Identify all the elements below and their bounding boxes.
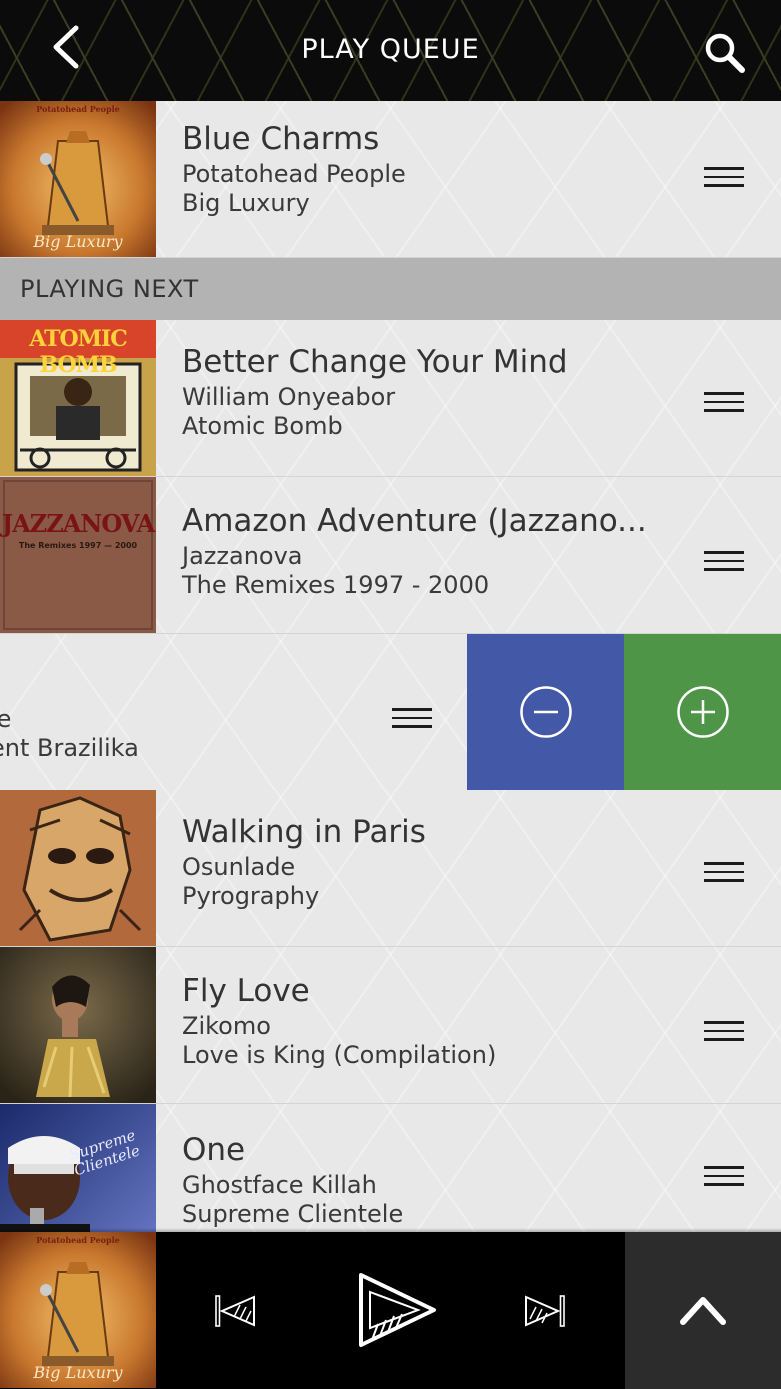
search-icon: [705, 33, 745, 73]
cover-label: Big Luxury: [33, 232, 123, 251]
mini-player: Potatohead People Big Luxury: [0, 1232, 781, 1389]
artist-name: Jazzanova: [182, 542, 303, 570]
drag-handle-icon[interactable]: [704, 551, 744, 577]
minus-circle-icon: [520, 686, 572, 738]
drag-handle-icon[interactable]: [704, 167, 744, 193]
queue-row[interactable]: Walking in Paris Osunlade Pyrography: [0, 790, 781, 947]
skip-next-icon: [525, 1295, 565, 1327]
album-name: Love is King (Compilation): [182, 1041, 497, 1069]
song-title: Amazon Adventure (Jazzano...: [182, 503, 647, 539]
drag-handle-icon[interactable]: [704, 392, 744, 418]
cover-label: Big Luxury: [33, 1363, 123, 1382]
album-name: Pyrography: [182, 882, 320, 910]
play-icon: [359, 1273, 436, 1347]
album-name: Big Luxury: [182, 189, 310, 217]
drag-handle-icon[interactable]: [704, 1021, 744, 1047]
previous-button[interactable]: [214, 1293, 256, 1329]
song-title: Better Change Your Mind: [182, 344, 568, 380]
queue-row[interactable]: ATOMIC BOMB Better Change Your Mind Will…: [0, 320, 781, 477]
now-playing-row[interactable]: Potatohead People Big Luxury Blue Charms…: [0, 101, 781, 258]
album-art: [0, 947, 156, 1103]
chevron-up-icon: [680, 1297, 726, 1325]
artist-name: Zikomo: [182, 1012, 271, 1040]
cover-label: ATOMIC BOMB: [29, 326, 128, 378]
skip-previous-icon: [215, 1295, 255, 1327]
song-title: One: [182, 1132, 246, 1168]
artist-name: William Onyeabor: [182, 383, 396, 411]
album-name: Atomic Bomb: [182, 412, 343, 440]
artist-name: Osunlade: [182, 853, 296, 881]
drag-handle-icon[interactable]: [704, 862, 744, 888]
album-art: JAZZANOVA The Remixes 1997 — 2000: [0, 477, 156, 633]
page-title: PLAY QUEUE: [301, 34, 480, 65]
artist-name: Ghostface Killah: [182, 1171, 377, 1199]
album-art: ATOMIC BOMB: [0, 320, 156, 476]
drag-handle-icon[interactable]: [704, 1166, 744, 1192]
expand-player-button[interactable]: [625, 1232, 781, 1389]
queue-row[interactable]: Fly Love Zikomo Love is King (Compilatio…: [0, 947, 781, 1104]
current-album-art[interactable]: Potatohead People Big Luxury: [0, 1232, 156, 1388]
app-header: PLAY QUEUE: [0, 0, 781, 101]
song-title: Fly Love: [182, 973, 310, 1009]
next-button[interactable]: [524, 1293, 566, 1329]
drag-handle-icon[interactable]: [392, 708, 432, 734]
song-title: Walking in Paris: [182, 814, 426, 850]
song-title: Blue Charms: [182, 121, 380, 157]
album-name: Supreme Clientele: [182, 1200, 404, 1228]
cover-label: The Remixes 1997 — 2000: [18, 541, 138, 550]
remove-from-queue-button[interactable]: [467, 634, 624, 790]
artist-name: Potatohead People: [182, 160, 406, 188]
play-button[interactable]: [356, 1270, 438, 1350]
cover-label: JAZZANOVA: [1, 509, 155, 538]
album-art: Potatohead People Big Luxury: [0, 101, 156, 257]
queue-row[interactable]: JAZZANOVA The Remixes 1997 — 2000 Amazon…: [0, 477, 781, 634]
search-button[interactable]: [700, 28, 748, 76]
cover-label: Potatohead People: [36, 104, 120, 114]
plus-circle-icon: [677, 686, 729, 738]
section-header: PLAYING NEXT: [0, 258, 781, 320]
cover-label: Potatohead People: [36, 1235, 120, 1245]
album-art: [0, 790, 156, 946]
album-name: The Remixes 1997 - 2000: [182, 571, 490, 599]
add-to-playlist-button[interactable]: [624, 634, 781, 790]
